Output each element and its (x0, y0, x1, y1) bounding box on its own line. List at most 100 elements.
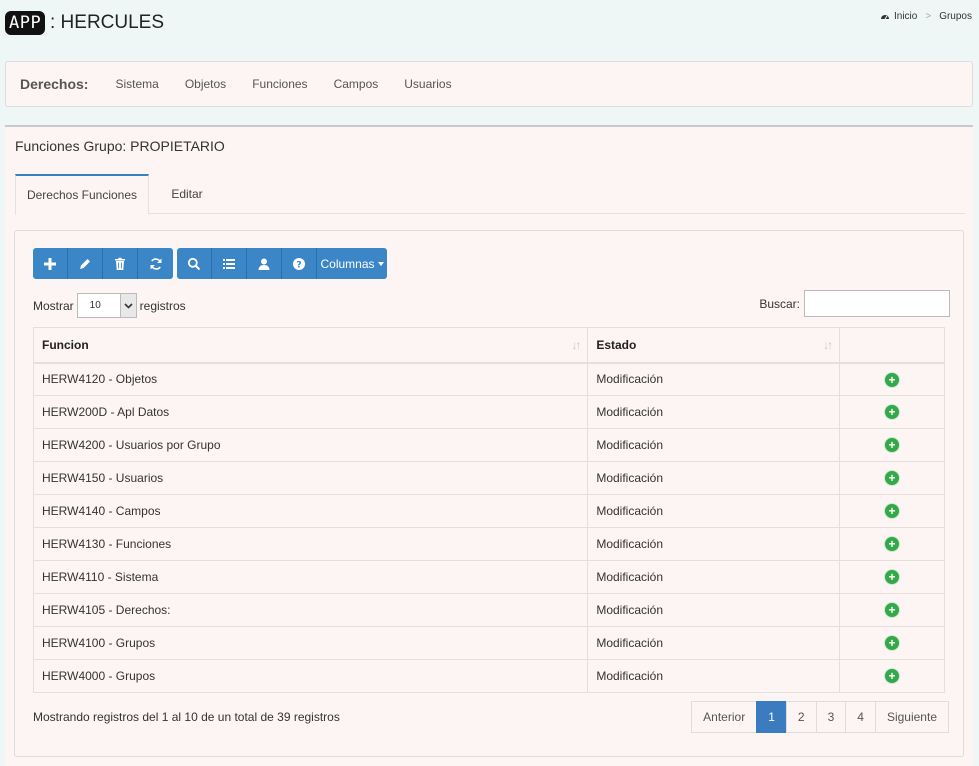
table-row: HERW4120 - Objetos Modificación + (32, 362, 945, 396)
pagination-prev[interactable]: Anterior (691, 701, 758, 733)
svg-text:?: ? (296, 260, 301, 270)
cell-funcion: HERW4100 - Grupos (32, 626, 589, 660)
cell-estado: Modificación (587, 428, 841, 462)
cell-estado: Modificación (587, 626, 841, 660)
add-circle-icon[interactable]: + (885, 537, 900, 552)
user-button[interactable] (247, 248, 282, 279)
add-circle-icon[interactable]: + (885, 636, 900, 651)
breadcrumb-separator: > (925, 11, 932, 22)
cell-estado: Modificación (587, 560, 841, 594)
cell-action: + (839, 560, 945, 594)
cell-estado: Modificación (587, 593, 841, 627)
main-panel: Funciones Grupo: PROPIETARIO Derechos Fu… (5, 125, 973, 766)
add-circle-icon[interactable]: + (885, 438, 900, 453)
cell-action: + (839, 494, 945, 528)
cell-funcion: HERW4140 - Campos (32, 494, 589, 528)
table-row: HERW4130 - Funciones Modificación + (32, 527, 945, 561)
nav-item-funciones[interactable]: Funciones (252, 77, 307, 91)
cell-action: + (839, 659, 945, 693)
breadcrumb: Inicio > Grupos (880, 11, 972, 22)
toolbar: ? Columnas (33, 248, 387, 279)
user-icon (258, 258, 270, 270)
table-row: HERW4200 - Usuarios por Grupo Modificació… (32, 428, 945, 462)
cell-funcion: HERW4200 - Usuarios por Grupo (32, 428, 589, 462)
pagination-page-1[interactable]: 1 (756, 701, 787, 733)
breadcrumb-home-link[interactable]: Inicio (894, 11, 917, 22)
caret-down-icon (377, 261, 384, 266)
table-row: HERW4110 - Sistema Modificación + (32, 560, 945, 594)
length-label-after: registros (139, 298, 186, 313)
cell-funcion: HERW4130 - Funciones (32, 527, 589, 561)
nav-item-objetos[interactable]: Objetos (185, 77, 226, 91)
column-header-funcion[interactable]: Funcion ↓↑ (32, 327, 589, 364)
cell-estado: Modificación (587, 527, 841, 561)
table-header-row: Funcion ↓↑ Estado ↓↑ (32, 327, 945, 364)
add-circle-icon[interactable]: + (885, 405, 900, 420)
tab-bar: Derechos Funciones Editar (15, 174, 965, 215)
add-circle-icon[interactable]: + (885, 603, 900, 618)
edit-button[interactable] (68, 248, 103, 279)
nav-item-campos[interactable]: Campos (334, 77, 379, 91)
app-logo-badge: APP (5, 11, 46, 35)
add-circle-icon[interactable]: + (885, 471, 900, 486)
cell-estado: Modificación (587, 461, 841, 495)
pagination-page-4[interactable]: 4 (845, 701, 876, 733)
add-circle-icon[interactable]: + (885, 669, 900, 684)
cell-action: + (839, 428, 945, 462)
length-control: Mostrar 10 registros (33, 293, 186, 318)
columns-dropdown-button[interactable]: Columnas (317, 248, 387, 279)
columns-label: Columnas (320, 256, 375, 271)
cell-funcion: HERW4105 - Derechos: (32, 593, 589, 627)
delete-button[interactable] (103, 248, 138, 279)
cell-funcion: HERW4110 - Sistema (32, 560, 589, 594)
column-header-label: Funcion (42, 337, 89, 352)
edit-button-group (33, 248, 173, 279)
pagination-next[interactable]: Siguiente (874, 701, 949, 733)
cell-action: + (839, 593, 945, 627)
nav-item-sistema[interactable]: Sistema (115, 77, 158, 91)
search-input[interactable] (804, 290, 950, 317)
add-circle-icon[interactable]: + (885, 504, 900, 519)
nav-item-usuarios[interactable]: Usuarios (404, 77, 451, 91)
add-circle-icon[interactable]: + (885, 372, 900, 387)
page-title: Funciones Grupo: PROPIETARIO (15, 138, 225, 154)
cell-action: + (839, 626, 945, 660)
chevron-down-icon (119, 294, 136, 317)
table-row: HERW4105 - Derechos: Modificación + (32, 593, 945, 627)
trash-icon (115, 257, 125, 270)
view-button-group: ? Columnas (177, 248, 387, 279)
tab-derechos-funciones[interactable]: Derechos Funciones (15, 174, 149, 215)
derechos-nav: Derechos: Sistema Objetos Funciones Camp… (5, 61, 973, 107)
app-title: : HERCULES (50, 12, 165, 33)
breadcrumb-current: Grupos (939, 11, 972, 22)
sort-icon: ↓↑ (571, 338, 581, 352)
page-length-select[interactable]: 10 (76, 293, 137, 318)
cell-estado: Modificación (587, 395, 841, 429)
list-button[interactable] (212, 248, 247, 279)
table-row: HERW200D - Apl Datos Modificación + (32, 395, 945, 429)
help-icon: ? (293, 257, 305, 270)
pagination-page-2[interactable]: 2 (785, 701, 817, 733)
cell-funcion: HERW4150 - Usuarios (32, 461, 589, 495)
tab-editar[interactable]: Editar (162, 174, 212, 214)
column-header-estado[interactable]: Estado ↓↑ (587, 327, 841, 364)
content-box: ? Columnas Mostrar 10 registros Buscar: (14, 230, 964, 757)
cell-action: + (839, 395, 945, 429)
cell-estado: Modificación (587, 362, 841, 396)
search-button[interactable] (177, 248, 212, 279)
refresh-button[interactable] (138, 248, 173, 279)
search-control: Buscar: (759, 290, 950, 317)
list-icon (223, 258, 235, 269)
pagination-page-3[interactable]: 3 (815, 701, 847, 733)
column-header-actions (839, 327, 945, 364)
help-button[interactable]: ? (282, 248, 317, 279)
pagination: Anterior 1 2 3 4 Siguiente (691, 701, 949, 733)
cell-action: + (839, 527, 945, 561)
page-length-value: 10 (89, 300, 101, 311)
table-body: HERW4120 - Objetos Modificación + HERW200D… (32, 362, 945, 693)
cell-funcion: HERW200D - Apl Datos (32, 395, 589, 429)
search-label: Buscar: (759, 296, 800, 311)
add-circle-icon[interactable]: + (885, 570, 900, 585)
pencil-icon (80, 258, 90, 269)
add-button[interactable] (33, 248, 68, 279)
